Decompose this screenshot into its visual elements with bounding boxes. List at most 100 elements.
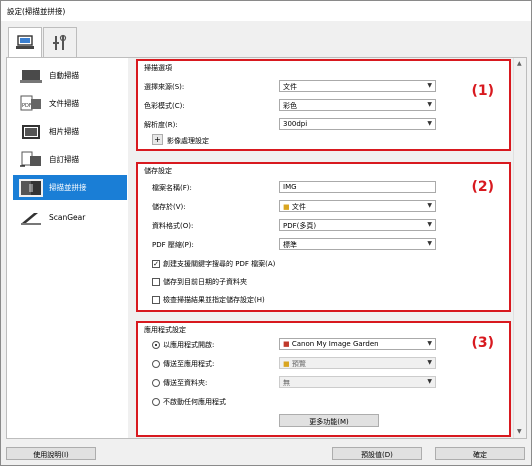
date-subfolder-checkbox[interactable]: 儲存到目前日期的子資料夾	[152, 277, 247, 287]
window-title: 設定(掃描並拼接)	[1, 1, 531, 21]
checkbox-label: 檢查掃描結果並指定儲存設定(H)	[163, 296, 265, 304]
resolution-value: 300dpi	[283, 120, 308, 128]
save-in-label: 儲存於(V):	[152, 203, 186, 211]
checkmark-icon: ✓	[152, 260, 160, 268]
compression-value: 標準	[283, 241, 297, 249]
radio-label: 不啟動任何應用程式	[163, 398, 226, 406]
chevron-down-icon: ▼	[427, 359, 432, 366]
chevron-down-icon: ▼	[427, 101, 432, 108]
section-number: (2)	[471, 179, 494, 195]
format-select[interactable]: PDF(多頁) ▼	[279, 219, 436, 231]
checkbox-label: 儲存到目前日期的子資料夾	[163, 278, 247, 286]
send-to-app-select: ■ 預覽 ▼	[279, 357, 436, 369]
chevron-down-icon: ▼	[427, 221, 432, 228]
resolution-select[interactable]: 300dpi ▼	[279, 118, 436, 130]
color-mode-value: 彩色	[283, 102, 297, 110]
sidebar-item-photo-scan[interactable]: 相片掃描	[13, 119, 127, 144]
app-settings-section: 應用程式設定 (3) 以應用程式開啟: ■ Canon My Image Gar…	[136, 321, 511, 437]
stitch-scan-icon	[19, 178, 43, 197]
app-value: Canon My Image Garden	[291, 340, 379, 348]
section-number: (1)	[471, 83, 494, 99]
chevron-down-icon: ▼	[427, 202, 432, 209]
tools-icon	[53, 34, 67, 50]
settings-window: 設定(掃描並拼接) 自動掃描 PDF 文件掃描 相片掃描 自訂掃描 掃描並拼接 …	[0, 0, 532, 466]
more-functions-button[interactable]: 更多功能(M)	[279, 414, 379, 427]
format-value: PDF(多頁)	[283, 222, 317, 230]
check-results-checkbox[interactable]: 檢查掃描結果並指定儲存設定(H)	[152, 295, 265, 305]
send-to-folder-value: 無	[283, 379, 290, 387]
searchable-pdf-checkbox[interactable]: ✓ 創建支援關鍵字搜尋的 PDF 檔案(A)	[152, 259, 275, 269]
scangear-icon	[19, 209, 43, 227]
sidebar-item-stitch-scan[interactable]: 掃描並拼接	[13, 175, 127, 200]
checkbox-box	[152, 296, 160, 304]
source-select[interactable]: 文件 ▼	[279, 80, 436, 92]
chevron-down-icon: ▼	[427, 240, 432, 247]
filename-input[interactable]: IMG	[279, 181, 436, 193]
source-label: 選擇來源(S):	[144, 83, 185, 91]
filename-label: 檔案名稱(F):	[152, 184, 192, 192]
scanner-computer-icon	[16, 35, 34, 49]
radio-label: 以應用程式開啟:	[163, 341, 215, 349]
sidebar-item-label: 自訂掃描	[49, 155, 79, 164]
app-icon: ■	[283, 340, 292, 348]
radio-icon	[152, 379, 160, 387]
section-title: 應用程式設定	[144, 326, 186, 334]
sidebar-item-document-scan[interactable]: PDF 文件掃描	[13, 91, 127, 116]
radio-label: 傳送至應用程式:	[163, 360, 215, 368]
save-in-value: 文件	[291, 203, 306, 211]
help-button[interactable]: 使用說明(I)	[6, 447, 96, 460]
image-processing-label[interactable]: 影像處理設定	[167, 136, 209, 146]
send-to-app-value: 預覽	[291, 360, 306, 368]
compression-select[interactable]: 標準 ▼	[279, 238, 436, 250]
footer: 使用說明(I) 預設值(D) 確定	[1, 444, 531, 466]
source-value: 文件	[283, 83, 297, 91]
general-settings-tab[interactable]	[43, 27, 77, 57]
document-scan-icon: PDF	[19, 95, 43, 113]
filename-value: IMG	[283, 183, 297, 191]
send-to-folder-radio[interactable]: 傳送至資料夾:	[152, 378, 207, 388]
scroll-down-icon[interactable]: ▼	[517, 428, 522, 435]
sidebar-item-custom-scan[interactable]: 自訂掃描	[13, 147, 127, 172]
app-icon: ■	[283, 360, 292, 368]
send-to-folder-select: 無 ▼	[279, 376, 436, 388]
sidebar: 自動掃描 PDF 文件掃描 相片掃描 自訂掃描 掃描並拼接 ScanGear	[7, 58, 127, 438]
sidebar-item-label: 掃描並拼接	[49, 183, 87, 192]
save-settings-section: 儲存設定 (2) 檔案名稱(F): IMG 儲存於(V): ■ 文件 ▼ 資料格式…	[136, 162, 511, 312]
send-to-app-radio[interactable]: 傳送至應用程式:	[152, 359, 214, 369]
tab-bar	[1, 21, 531, 58]
expand-button[interactable]: +	[152, 134, 163, 145]
no-app-radio[interactable]: 不啟動任何應用程式	[152, 397, 226, 407]
defaults-button[interactable]: 預設值(D)	[332, 447, 422, 460]
section-number: (3)	[471, 335, 494, 351]
color-mode-select[interactable]: 彩色 ▼	[279, 99, 436, 111]
sidebar-item-auto-scan[interactable]: 自動掃描	[13, 63, 127, 88]
ok-button[interactable]: 確定	[435, 447, 525, 460]
scan-tab[interactable]	[8, 27, 42, 58]
sidebar-item-scangear[interactable]: ScanGear	[13, 205, 127, 230]
radio-label: 傳送至資料夾:	[163, 379, 208, 387]
custom-scan-icon	[19, 151, 43, 169]
scroll-up-icon[interactable]: ▲	[517, 60, 522, 67]
vertical-scrollbar[interactable]: ▲ ▼	[513, 58, 526, 438]
checkbox-box	[152, 278, 160, 286]
open-with-app-radio[interactable]: 以應用程式開啟:	[152, 340, 214, 350]
color-mode-label: 色彩模式(C):	[144, 102, 185, 110]
settings-panel: 掃描選項 (1) 選擇來源(S): 文件 ▼ 色彩模式(C): 彩色 ▼ 解析度(R…	[128, 58, 513, 438]
checkbox-label: 創建支援關鍵字搜尋的 PDF 檔案(A)	[163, 260, 276, 268]
content-area: 自動掃描 PDF 文件掃描 相片掃描 自訂掃描 掃描並拼接 ScanGear 掃…	[6, 57, 527, 439]
auto-scan-icon	[19, 67, 43, 85]
folder-icon: ■	[283, 203, 292, 211]
sidebar-item-label: 相片掃描	[49, 127, 79, 136]
radio-icon	[152, 360, 160, 368]
svg-text:PDF: PDF	[22, 103, 32, 109]
save-in-select[interactable]: ■ 文件 ▼	[279, 200, 436, 212]
open-with-app-select[interactable]: ■ Canon My Image Garden ▼	[279, 338, 436, 350]
radio-selected-icon	[152, 341, 160, 349]
resolution-label: 解析度(R):	[144, 121, 178, 129]
chevron-down-icon: ▼	[427, 120, 432, 127]
format-label: 資料格式(O):	[152, 222, 194, 230]
compression-label: PDF 壓縮(P):	[152, 241, 194, 249]
section-title: 掃描選項	[144, 64, 172, 72]
sidebar-item-label: ScanGear	[49, 213, 86, 222]
sidebar-item-label: 文件掃描	[49, 99, 79, 108]
